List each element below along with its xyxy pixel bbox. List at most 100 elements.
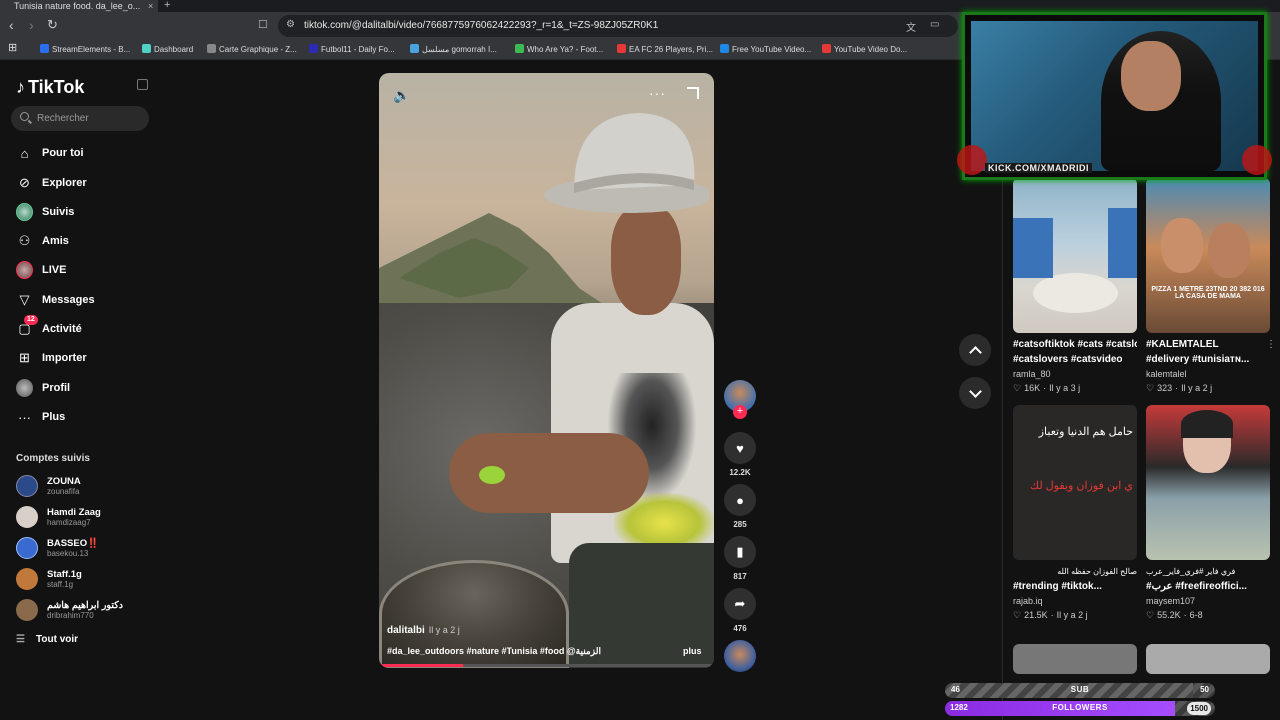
- heart-outline-icon: ♡: [1013, 610, 1022, 620]
- video-author[interactable]: maysem107: [1146, 595, 1270, 608]
- nav-item-friends[interactable]: ⚇ Amis: [16, 231, 156, 251]
- comment-button[interactable]: ●: [724, 484, 756, 516]
- collapse-sidebar-icon[interactable]: [137, 79, 148, 90]
- bookmark-item[interactable]: YouTube Video Do...: [822, 43, 907, 56]
- video-title: #KALEMTALEL: [1146, 339, 1219, 350]
- cast-icon[interactable]: ▭: [930, 19, 939, 30]
- tiktok-logo[interactable]: ♪ TikTok: [16, 77, 84, 98]
- bookmark-icon[interactable]: ☐: [258, 18, 268, 31]
- volume-icon[interactable]: 🔈: [393, 87, 410, 104]
- caption-more-button[interactable]: plus: [683, 646, 702, 656]
- tab-close-icon[interactable]: ×: [148, 0, 153, 12]
- nav-label: Amis: [42, 235, 69, 247]
- back-icon[interactable]: ‹: [9, 17, 14, 33]
- share-icon: ➦: [734, 596, 746, 611]
- grid-video-card[interactable]: حامل هم الدنيا وتعباز ي ابن فوزان ويقول …: [1013, 405, 1137, 622]
- video-author[interactable]: rajab.iq: [1013, 595, 1137, 608]
- followers-goal-bar: 1282 FOLLOWERS 1500: [945, 701, 1215, 716]
- nav-item-messages[interactable]: ▽ Messages: [16, 290, 156, 310]
- account-item[interactable]: Hamdi Zaag hamdizaag7: [16, 505, 156, 529]
- bookmark-icon: ▮: [736, 544, 744, 559]
- search-input[interactable]: Rechercher: [11, 106, 149, 131]
- previous-video-button[interactable]: [959, 334, 991, 366]
- thumb-sofa: [1013, 218, 1053, 278]
- bookmark-item[interactable]: EA FC 26 Players, Pri...: [617, 43, 713, 56]
- bookmark-item[interactable]: Futbol11 - Daily Fo...: [309, 43, 395, 56]
- video-title-line2: #trending #tiktok...: [1013, 581, 1102, 592]
- nav-label: Profil: [42, 382, 71, 394]
- bookmark-favicon: [515, 44, 524, 53]
- grid-video-card[interactable]: #catsoftiktok #cats #catslovers #catsvid…: [1013, 178, 1137, 395]
- nav-item-more[interactable]: ··· Plus: [16, 407, 156, 427]
- notification-badge: 12: [24, 314, 38, 325]
- account-item[interactable]: Staff.1g staff.1g: [16, 567, 156, 591]
- account-name: Hamdi Zaag: [47, 506, 101, 518]
- video-progress-bar[interactable]: [379, 664, 714, 667]
- author-name[interactable]: dalitalbi: [387, 625, 425, 636]
- heart-icon: ♥: [736, 440, 744, 456]
- music-disc-icon[interactable]: [724, 640, 756, 672]
- account-handle: staff.1g: [47, 579, 74, 589]
- like-button[interactable]: ♥: [724, 432, 756, 464]
- address-bar[interactable]: ⚙ tiktok.com/@dalitalbi/video/7668775976…: [278, 15, 958, 37]
- nav-label: Pour toi: [42, 147, 84, 159]
- bookmark-item[interactable]: Carte Graphique - Z...: [207, 43, 297, 56]
- account-item[interactable]: دكتور ابراهيم هاشم dribrahim770: [16, 598, 156, 622]
- nav-item-activity[interactable]: ▢ 12 Activité: [16, 314, 156, 339]
- browser-tab[interactable]: Tunisia nature food. da_lee_o... ×: [0, 0, 158, 12]
- nav-item-profile[interactable]: Profil: [16, 378, 156, 398]
- nav-item-following[interactable]: Suivis: [16, 202, 156, 222]
- grid-video-card[interactable]: فري فاير #فري_فاير_عرب #عرب #freefireoff…: [1146, 405, 1270, 622]
- video-thumbnail[interactable]: [1146, 644, 1270, 674]
- translate-icon[interactable]: 文: [906, 19, 916, 34]
- nav-label: Importer: [42, 352, 87, 364]
- see-all-button[interactable]: ☰ Tout voir: [16, 634, 78, 645]
- like-count: 55.2K: [1157, 610, 1181, 620]
- bookmark-item[interactable]: Dashboard: [142, 43, 193, 56]
- reload-icon[interactable]: ↻: [47, 17, 58, 33]
- bookmark-item[interactable]: Who Are Ya? - Foot...: [515, 43, 603, 56]
- bookmark-item[interactable]: StreamElements - B...: [40, 43, 130, 56]
- video-meta: ♡ 323 · Il y a 2 j: [1146, 382, 1270, 395]
- video-thumbnail: حامل هم الدنيا وتعباز ي ابن فوزان ويقول …: [1013, 405, 1137, 560]
- bookmark-item[interactable]: Free YouTube Video...: [720, 43, 811, 56]
- save-button[interactable]: ▮: [724, 536, 756, 568]
- video-author[interactable]: kalemtalel: [1146, 368, 1270, 381]
- account-item[interactable]: BASSEO‼️ basekou.13: [16, 536, 156, 560]
- forward-icon[interactable]: ›: [29, 17, 34, 33]
- site-info-icon[interactable]: ⚙: [286, 19, 295, 30]
- fullscreen-icon[interactable]: [687, 87, 699, 99]
- video-progress-fill: [379, 664, 463, 667]
- video-thumbnail[interactable]: [1013, 644, 1137, 674]
- meta-separator: ·: [1175, 383, 1179, 393]
- live-icon: [16, 261, 33, 279]
- send-icon: ▽: [19, 292, 30, 307]
- account-item[interactable]: ZOUNA zounafifa: [16, 474, 156, 498]
- share-button[interactable]: ➦: [724, 588, 756, 620]
- more-options-icon[interactable]: ···: [649, 85, 666, 101]
- video-title-line2: #delivery #tunisiaᴛɴ...: [1146, 354, 1250, 365]
- bookmark-favicon: [720, 44, 729, 53]
- video-author[interactable]: dalitalbi Il y a 2 j: [387, 625, 460, 636]
- bookmark-favicon: [207, 44, 216, 53]
- video-player[interactable]: 🔈 ··· dalitalbi Il y a 2 j #da_lee_outdoo…: [379, 73, 714, 668]
- nav-item-upload[interactable]: ⊞ Importer: [16, 348, 156, 368]
- apps-icon[interactable]: ⊞: [8, 42, 17, 55]
- video-caption[interactable]: #da_lee_outdoors #nature #Tunisia #food …: [387, 646, 601, 657]
- grid-video-card[interactable]: PIZZA 1 METRE 23TND 20 382 016 LA CASA D…: [1146, 178, 1276, 395]
- more-icon: ···: [18, 409, 31, 425]
- post-time: Il y a 2 j: [1181, 383, 1213, 393]
- thumb-sofa: [1108, 208, 1137, 278]
- video-meta: ♡ 16K · Il y a 3 j: [1013, 382, 1137, 395]
- nav-item-for-you[interactable]: ⌂ Pour toi: [16, 143, 156, 163]
- nav-item-explore[interactable]: ⊘ Explorer: [16, 173, 156, 193]
- video-author[interactable]: ramla_80: [1013, 368, 1137, 381]
- nav-item-live[interactable]: LIVE: [16, 260, 156, 280]
- kebab-menu-icon[interactable]: ⋮: [1266, 339, 1276, 350]
- follow-plus-icon[interactable]: +: [733, 405, 747, 419]
- bookmark-item[interactable]: مسلسل gomorrah ا...: [410, 43, 497, 56]
- new-tab-button[interactable]: +: [164, 0, 170, 11]
- like-count: 323: [1157, 383, 1173, 393]
- webcam-channel-label: KICK.COM/XMADRIDI: [985, 163, 1092, 173]
- next-video-button[interactable]: [959, 377, 991, 409]
